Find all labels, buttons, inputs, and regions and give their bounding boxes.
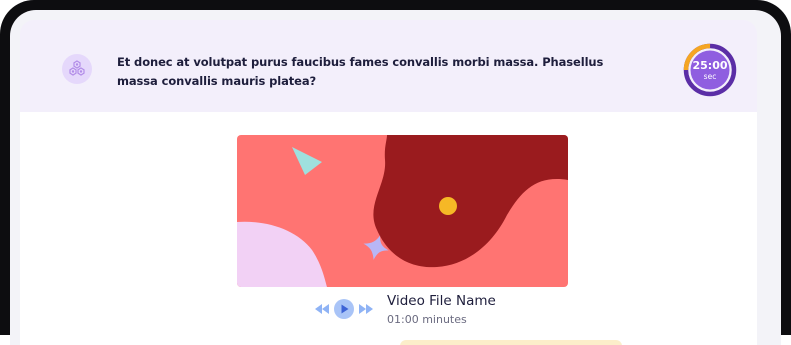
timer-value: 25:00 — [692, 59, 728, 72]
play-icon[interactable] — [334, 299, 354, 319]
video-thumbnail-art — [237, 135, 568, 287]
question-content: Video File Name 01:00 minutes — [20, 112, 757, 345]
player-controls — [314, 298, 376, 320]
device-frame: Et donec at volutpat purus faucibus fame… — [0, 0, 791, 345]
question-header: Et donec at volutpat purus faucibus fame… — [20, 20, 757, 112]
app-screen: Et donec at volutpat purus faucibus fame… — [10, 10, 781, 345]
hexagon-cluster-icon — [62, 54, 92, 84]
timer-label: 25:00 sec — [683, 43, 737, 97]
answer-option-top[interactable] — [400, 340, 622, 345]
timer-unit: sec — [703, 72, 717, 81]
countdown-timer: 25:00 sec — [683, 43, 737, 97]
rewind-icon[interactable] — [314, 303, 330, 315]
fast-forward-icon[interactable] — [358, 303, 374, 315]
video-title: Video File Name — [387, 293, 496, 309]
video-duration: 01:00 minutes — [387, 313, 467, 326]
video-thumbnail[interactable] — [237, 135, 568, 287]
question-text: Et donec at volutpat purus faucibus fame… — [117, 55, 604, 88]
